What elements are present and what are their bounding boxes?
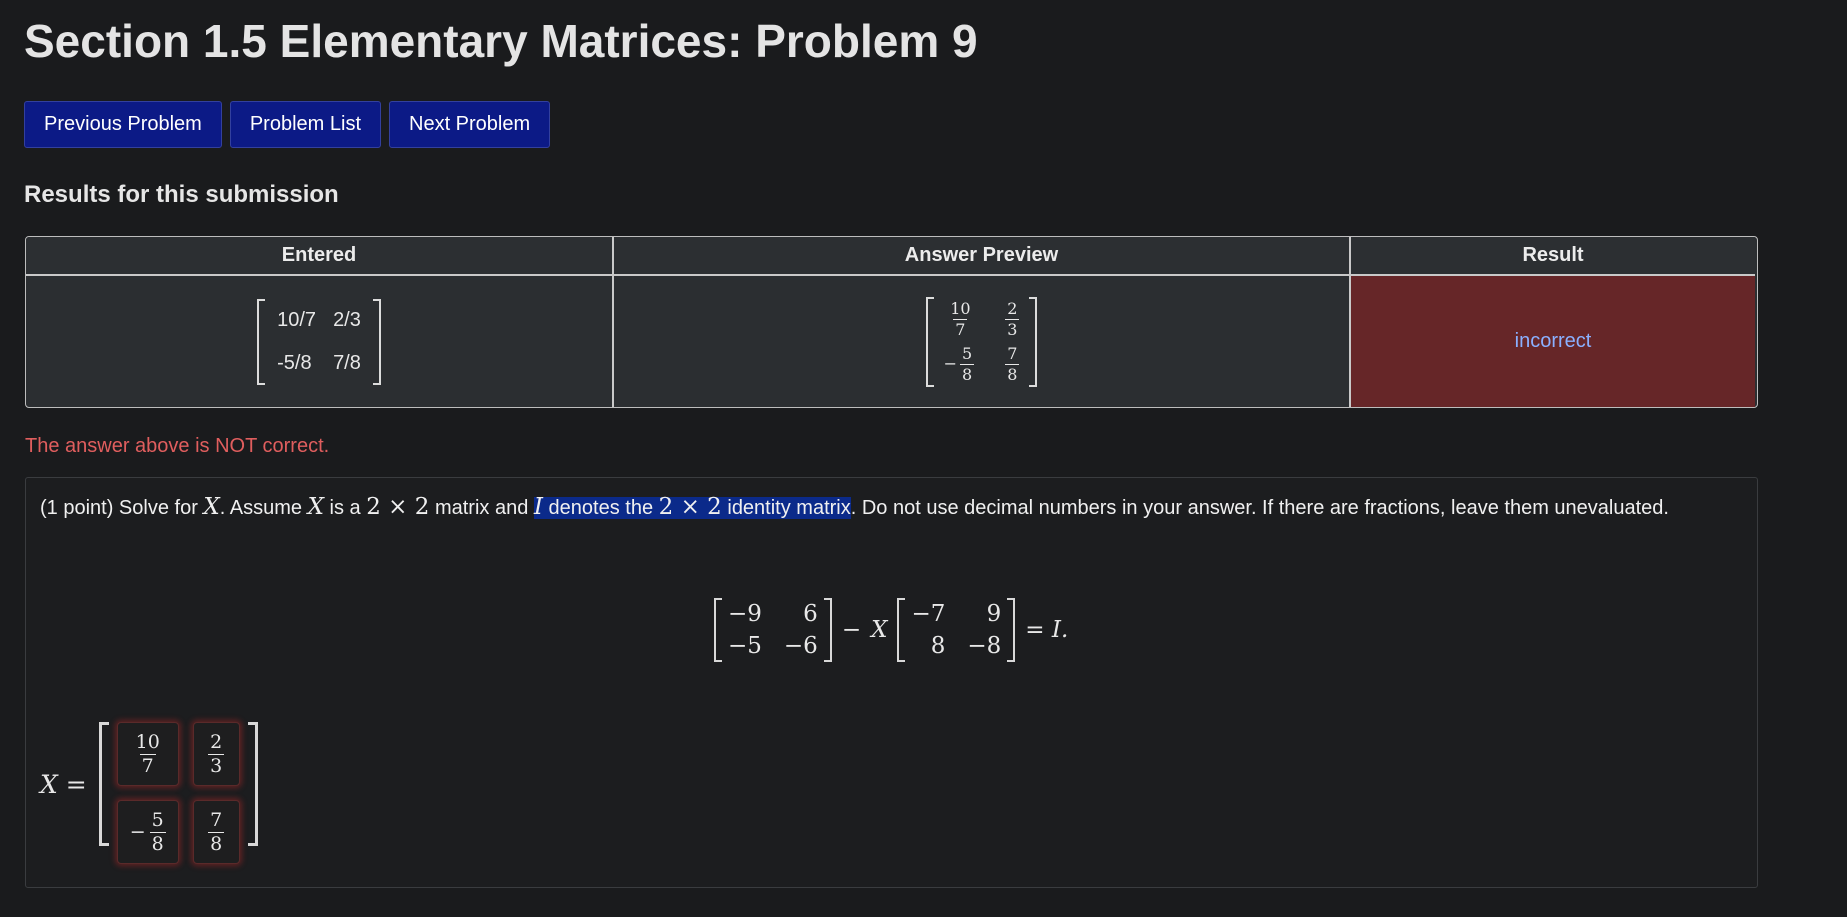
matrix-b: −7 9 8 −8 <box>897 598 1016 662</box>
result-cell: incorrect <box>1351 276 1755 407</box>
answer-input-r2c2[interactable]: 78 <box>192 800 240 864</box>
entered-value: 10/7 <box>277 308 317 331</box>
answer-area: X = 10 7 23 −5 8 78 <box>40 722 258 864</box>
result-status: incorrect <box>1514 330 1592 352</box>
answer-label: X = <box>40 769 87 799</box>
preview-matrix: 10 7 23 −5 8 78 <box>925 296 1038 387</box>
variable-x: X <box>871 617 888 643</box>
preview-entry: −5 8 <box>943 343 975 384</box>
entered-value: 2/3 <box>333 308 361 331</box>
results-heading: Results for this submission <box>24 181 339 208</box>
preview-entry: 10 7 <box>950 298 971 339</box>
right-bracket <box>1029 296 1038 387</box>
matrix-a: −9 6 −5 −6 <box>714 598 832 662</box>
column-header-answer-preview: Answer Preview <box>614 237 1351 276</box>
results-table: Entered Answer Preview Result 10/7 2/3 -… <box>25 236 1758 408</box>
selected-text: I denotes the 2 × 2 identity matrix <box>533 494 851 520</box>
answer-input-r2c1[interactable]: −5 8 <box>116 800 179 864</box>
left-bracket <box>257 298 266 385</box>
answer-preview-cell: 10 7 23 −5 8 78 <box>614 276 1351 407</box>
answer-input-r1c2[interactable]: 23 <box>192 722 240 786</box>
entered-value: -5/8 <box>277 351 312 374</box>
preview-entry: 78 <box>1005 343 1020 384</box>
page-title: Section 1.5 Elementary Matrices: Problem… <box>24 15 978 67</box>
problem-statement: (1 point) Solve for X. Assume X is a 2 ×… <box>40 494 1669 520</box>
minus-sign: − <box>841 617 862 643</box>
preview-entry: 23 <box>1005 298 1020 339</box>
answer-input-r1c1[interactable]: 10 7 <box>116 722 179 786</box>
next-problem-button[interactable]: Next Problem <box>389 101 551 148</box>
problem-body: (1 point) Solve for X. Assume X is a 2 ×… <box>25 477 1758 888</box>
previous-problem-button[interactable]: Previous Problem <box>24 101 222 148</box>
incorrect-message: The answer above is NOT correct. <box>25 435 330 457</box>
equation-rhs: = I. <box>1025 617 1069 643</box>
problem-nav: Previous Problem Problem List Next Probl… <box>24 101 551 148</box>
problem-equation: −9 6 −5 −6 − X −7 9 8 −8 = I. <box>714 598 1068 662</box>
left-bracket <box>925 296 934 387</box>
entered-matrix: 10/7 2/3 -5/8 7/8 <box>257 298 381 385</box>
column-header-entered: Entered <box>26 237 614 276</box>
problem-list-button[interactable]: Problem List <box>229 101 381 148</box>
column-header-result: Result <box>1351 237 1755 276</box>
right-bracket <box>372 298 381 385</box>
entered-value: 7/8 <box>333 351 361 374</box>
entered-cell: 10/7 2/3 -5/8 7/8 <box>26 276 614 407</box>
answer-matrix: 10 7 23 −5 8 78 <box>98 722 258 864</box>
